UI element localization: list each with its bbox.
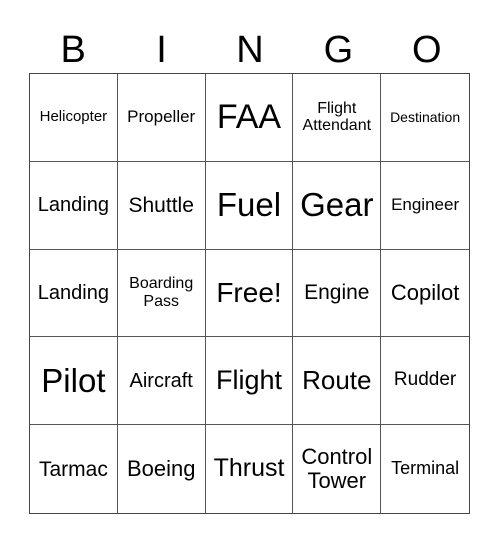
bingo-cell-text: Terminal (391, 458, 460, 479)
bingo-cell[interactable]: Boeing (118, 425, 206, 513)
bingo-cell[interactable]: Gear (293, 161, 382, 250)
bingo-cell-text: Thrust (213, 454, 285, 483)
bingo-cell[interactable]: FAA (205, 74, 294, 162)
bingo-cell[interactable]: Copilot (381, 250, 469, 338)
bingo-cell-text: Fuel (216, 186, 282, 224)
bingo-cell-text: Tarmac (38, 457, 108, 481)
bingo-cell-text: Boarding Pass (129, 275, 194, 310)
bingo-cell[interactable]: Terminal (381, 425, 469, 513)
bingo-cell-text: Destination (390, 108, 461, 125)
bingo-cell-text: Shuttle (128, 193, 194, 217)
bingo-cell-text: Pilot (41, 361, 106, 399)
bingo-cell-text: Propeller (127, 107, 196, 127)
bingo-cell-text: Gear (300, 186, 374, 224)
header-letter-g: G (323, 29, 354, 71)
bingo-cell[interactable]: Engineer (381, 162, 469, 250)
bingo-cell-text: Free! (216, 276, 282, 308)
bingo-cell-text: Landing (37, 194, 109, 217)
bingo-cell-text: Engine (304, 281, 370, 305)
bingo-cell[interactable]: Helicopter (30, 74, 118, 162)
bingo-cell-text: Aircraft (129, 369, 193, 392)
bingo-cell-text: Engineer (391, 194, 460, 214)
bingo-cell-text: Route (302, 365, 372, 396)
bingo-cell-text: Flight (215, 364, 282, 395)
bingo-cell[interactable]: Thrust (206, 425, 294, 513)
bingo-cell[interactable]: Route (293, 337, 382, 426)
bingo-cell[interactable]: Tarmac (30, 425, 118, 513)
bingo-cell[interactable]: Landing (30, 249, 118, 338)
bingo-cell[interactable]: Rudder (381, 337, 469, 426)
bingo-header: B I N G O (29, 28, 471, 72)
bingo-cell-text: Helicopter (39, 108, 108, 126)
bingo-cell-text: Control Tower (301, 443, 373, 494)
bingo-cell-text: Boeing (126, 456, 196, 481)
bingo-cell-text: Landing (37, 281, 109, 304)
bingo-cell[interactable]: Pilot (30, 337, 118, 426)
bingo-cell[interactable]: Free! (205, 249, 294, 338)
bingo-grid: Helicopter Propeller FAA Flight Attendant De… (29, 73, 470, 514)
bingo-cell-text: Rudder (393, 369, 457, 391)
bingo-cell[interactable]: Destination (381, 74, 469, 162)
bingo-cell[interactable]: Flight (205, 337, 294, 426)
header-letter-o: O (411, 29, 442, 71)
bingo-cell-text: FAA (216, 97, 282, 136)
bingo-cell[interactable]: Aircraft (117, 337, 206, 426)
bingo-cell-text: Copilot (390, 279, 460, 305)
header-letter-b: B (60, 29, 86, 71)
bingo-cell-text: Flight Attendant (302, 99, 372, 135)
bingo-cell[interactable]: Shuttle (117, 161, 206, 250)
bingo-cell[interactable]: Boarding Pass (117, 249, 206, 338)
bingo-cell[interactable]: Fuel (205, 161, 294, 250)
header-letter-n: N (236, 29, 264, 71)
bingo-cell[interactable]: Landing (30, 161, 118, 250)
bingo-cell[interactable]: Engine (293, 249, 382, 338)
header-letter-i: I (156, 29, 167, 71)
bingo-cell[interactable]: Propeller (117, 74, 206, 162)
bingo-cell[interactable]: Control Tower (293, 425, 382, 513)
bingo-cell[interactable]: Flight Attendant (293, 74, 382, 162)
